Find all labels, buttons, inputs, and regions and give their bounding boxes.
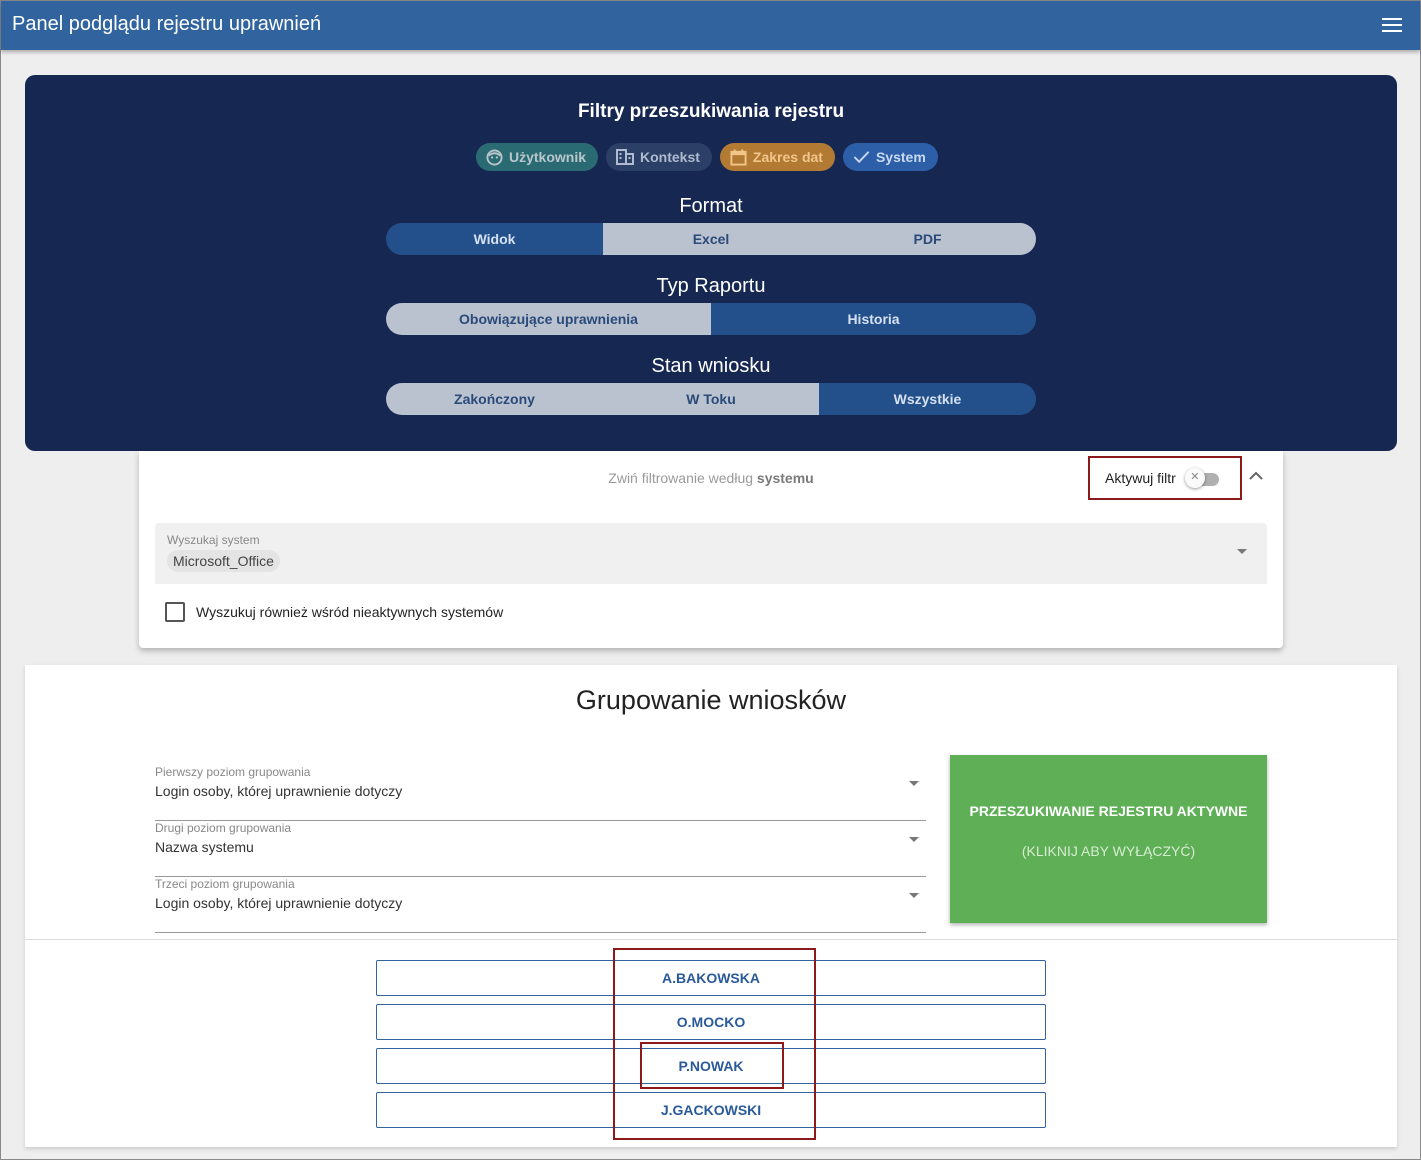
- chip-context-label: Kontekst: [640, 149, 700, 165]
- report-type-label: Typ Raportu: [656, 275, 766, 297]
- format-option-excel[interactable]: Excel: [603, 223, 819, 255]
- divider: [25, 939, 1397, 940]
- user-group-button[interactable]: J.GACKOWSKI: [376, 1092, 1046, 1128]
- chip-user-label: Użytkownik: [509, 149, 587, 165]
- status-option-in-progress[interactable]: W Toku: [603, 383, 819, 415]
- chip-system-label: System: [875, 149, 926, 165]
- format-option-view[interactable]: Widok: [386, 223, 603, 255]
- registry-search-hint-text: (KLIKNIJ ABY WYŁĄCZYĆ): [1021, 843, 1196, 859]
- inactive-systems-checkbox[interactable]: [165, 602, 185, 622]
- report-type-option-current[interactable]: Obowiązujące uprawnienia: [386, 303, 711, 335]
- filter-panel: Filtry przeszukiwania rejestru Użytkowni…: [25, 75, 1397, 451]
- dropdown-arrow-icon: [1237, 549, 1247, 554]
- chip-system[interactable]: System: [842, 143, 938, 171]
- grouping-title: Grupowanie wniosków: [575, 685, 847, 715]
- grouping-level-2-select[interactable]: Drugi poziom grupowania Nazwa systemu: [155, 821, 926, 877]
- grouping-level-1-value: Login osoby, której uprawnienie dotyczy: [155, 783, 403, 799]
- page-title: Panel podglądu rejestru uprawnień: [12, 13, 322, 35]
- inactive-systems-label: Wyszukuj również wśród nieaktywnych syst…: [196, 604, 504, 620]
- status-option-all[interactable]: Wszystkie: [819, 383, 1036, 415]
- format-label: Format: [679, 195, 743, 217]
- grouping-level-1-select[interactable]: Pierwszy poziom grupowania Login osoby, …: [155, 765, 926, 821]
- chevron-up-icon[interactable]: [1249, 471, 1263, 480]
- report-type-option-history[interactable]: Historia: [711, 303, 1036, 335]
- report-type-selector: Obowiązujące uprawnienia Historia: [386, 303, 1036, 335]
- user-group-button[interactable]: A.BAKOWSKA: [376, 960, 1046, 996]
- dropdown-arrow-icon: [909, 893, 919, 898]
- filter-chips: Użytkownik Kontekst Zakres dat System: [476, 143, 938, 171]
- dropdown-arrow-icon: [909, 781, 919, 786]
- hamburger-menu-icon[interactable]: [1382, 18, 1402, 34]
- calendar-icon: [730, 148, 747, 166]
- system-search-select[interactable]: Wyszukaj system Microsoft_Office: [155, 523, 1267, 584]
- grouping-level-3-value: Login osoby, której uprawnienie dotyczy: [155, 895, 403, 911]
- check-icon: [853, 151, 870, 164]
- user-group-button[interactable]: P.NOWAK: [376, 1048, 1046, 1084]
- grouping-level-3-select[interactable]: Trzeci poziom grupowania Login osoby, kt…: [155, 877, 926, 933]
- activate-filter-label: Aktywuj filtr: [1105, 470, 1176, 486]
- user-group-button[interactable]: O.MOCKO: [376, 1004, 1046, 1040]
- filter-panel-title: Filtry przeszukiwania rejestru: [577, 101, 845, 122]
- system-chip[interactable]: Microsoft_Office: [167, 550, 280, 572]
- chip-user[interactable]: Użytkownik: [476, 143, 599, 171]
- grouping-level-2-label: Drugi poziom grupowania: [155, 821, 292, 835]
- face-icon: [486, 148, 503, 166]
- system-filter-card: Zwiń filtrowanie według systemu Aktywuj …: [139, 451, 1283, 648]
- grouping-level-2-value: Nazwa systemu: [155, 839, 254, 855]
- dropdown-arrow-icon: [909, 837, 919, 842]
- activate-filter-toggle[interactable]: ✕: [1184, 468, 1219, 488]
- status-label: Stan wniosku: [651, 355, 771, 377]
- grouping-level-1-label: Pierwszy poziom grupowania: [155, 765, 311, 779]
- chip-context[interactable]: Kontekst: [606, 143, 712, 171]
- chip-dates[interactable]: Zakres dat: [719, 143, 835, 171]
- chip-dates-label: Zakres dat: [752, 149, 823, 165]
- inactive-systems-option: Wyszukuj również wśród nieaktywnych syst…: [165, 602, 503, 622]
- format-selector: Widok Excel PDF: [386, 223, 1036, 255]
- status-selector: Zakończony W Toku Wszystkie: [386, 383, 1036, 415]
- system-search-label: Wyszukaj system: [167, 533, 260, 547]
- status-option-finished[interactable]: Zakończony: [386, 383, 603, 415]
- grouping-card: Grupowanie wniosków Pierwszy poziom grup…: [25, 665, 1397, 1147]
- app-header: Panel podglądu rejestru uprawnień: [1, 1, 1420, 50]
- registry-search-active-button[interactable]: PRZESZUKIWANIE REJESTRU AKTYWNE (KLIKNIJ…: [950, 755, 1267, 923]
- toggle-off-icon: ✕: [1184, 468, 1205, 488]
- activate-filter: Aktywuj filtr ✕: [1088, 456, 1242, 500]
- registry-search-active-text: PRZESZUKIWANIE REJESTRU AKTYWNE: [969, 803, 1248, 819]
- grouping-level-3-label: Trzeci poziom grupowania: [155, 877, 295, 891]
- collapse-text-prefix: Zwiń filtrowanie według: [608, 470, 757, 486]
- collapse-text-bold: systemu: [756, 470, 814, 486]
- format-option-pdf[interactable]: PDF: [819, 223, 1036, 255]
- building-icon: [616, 149, 635, 165]
